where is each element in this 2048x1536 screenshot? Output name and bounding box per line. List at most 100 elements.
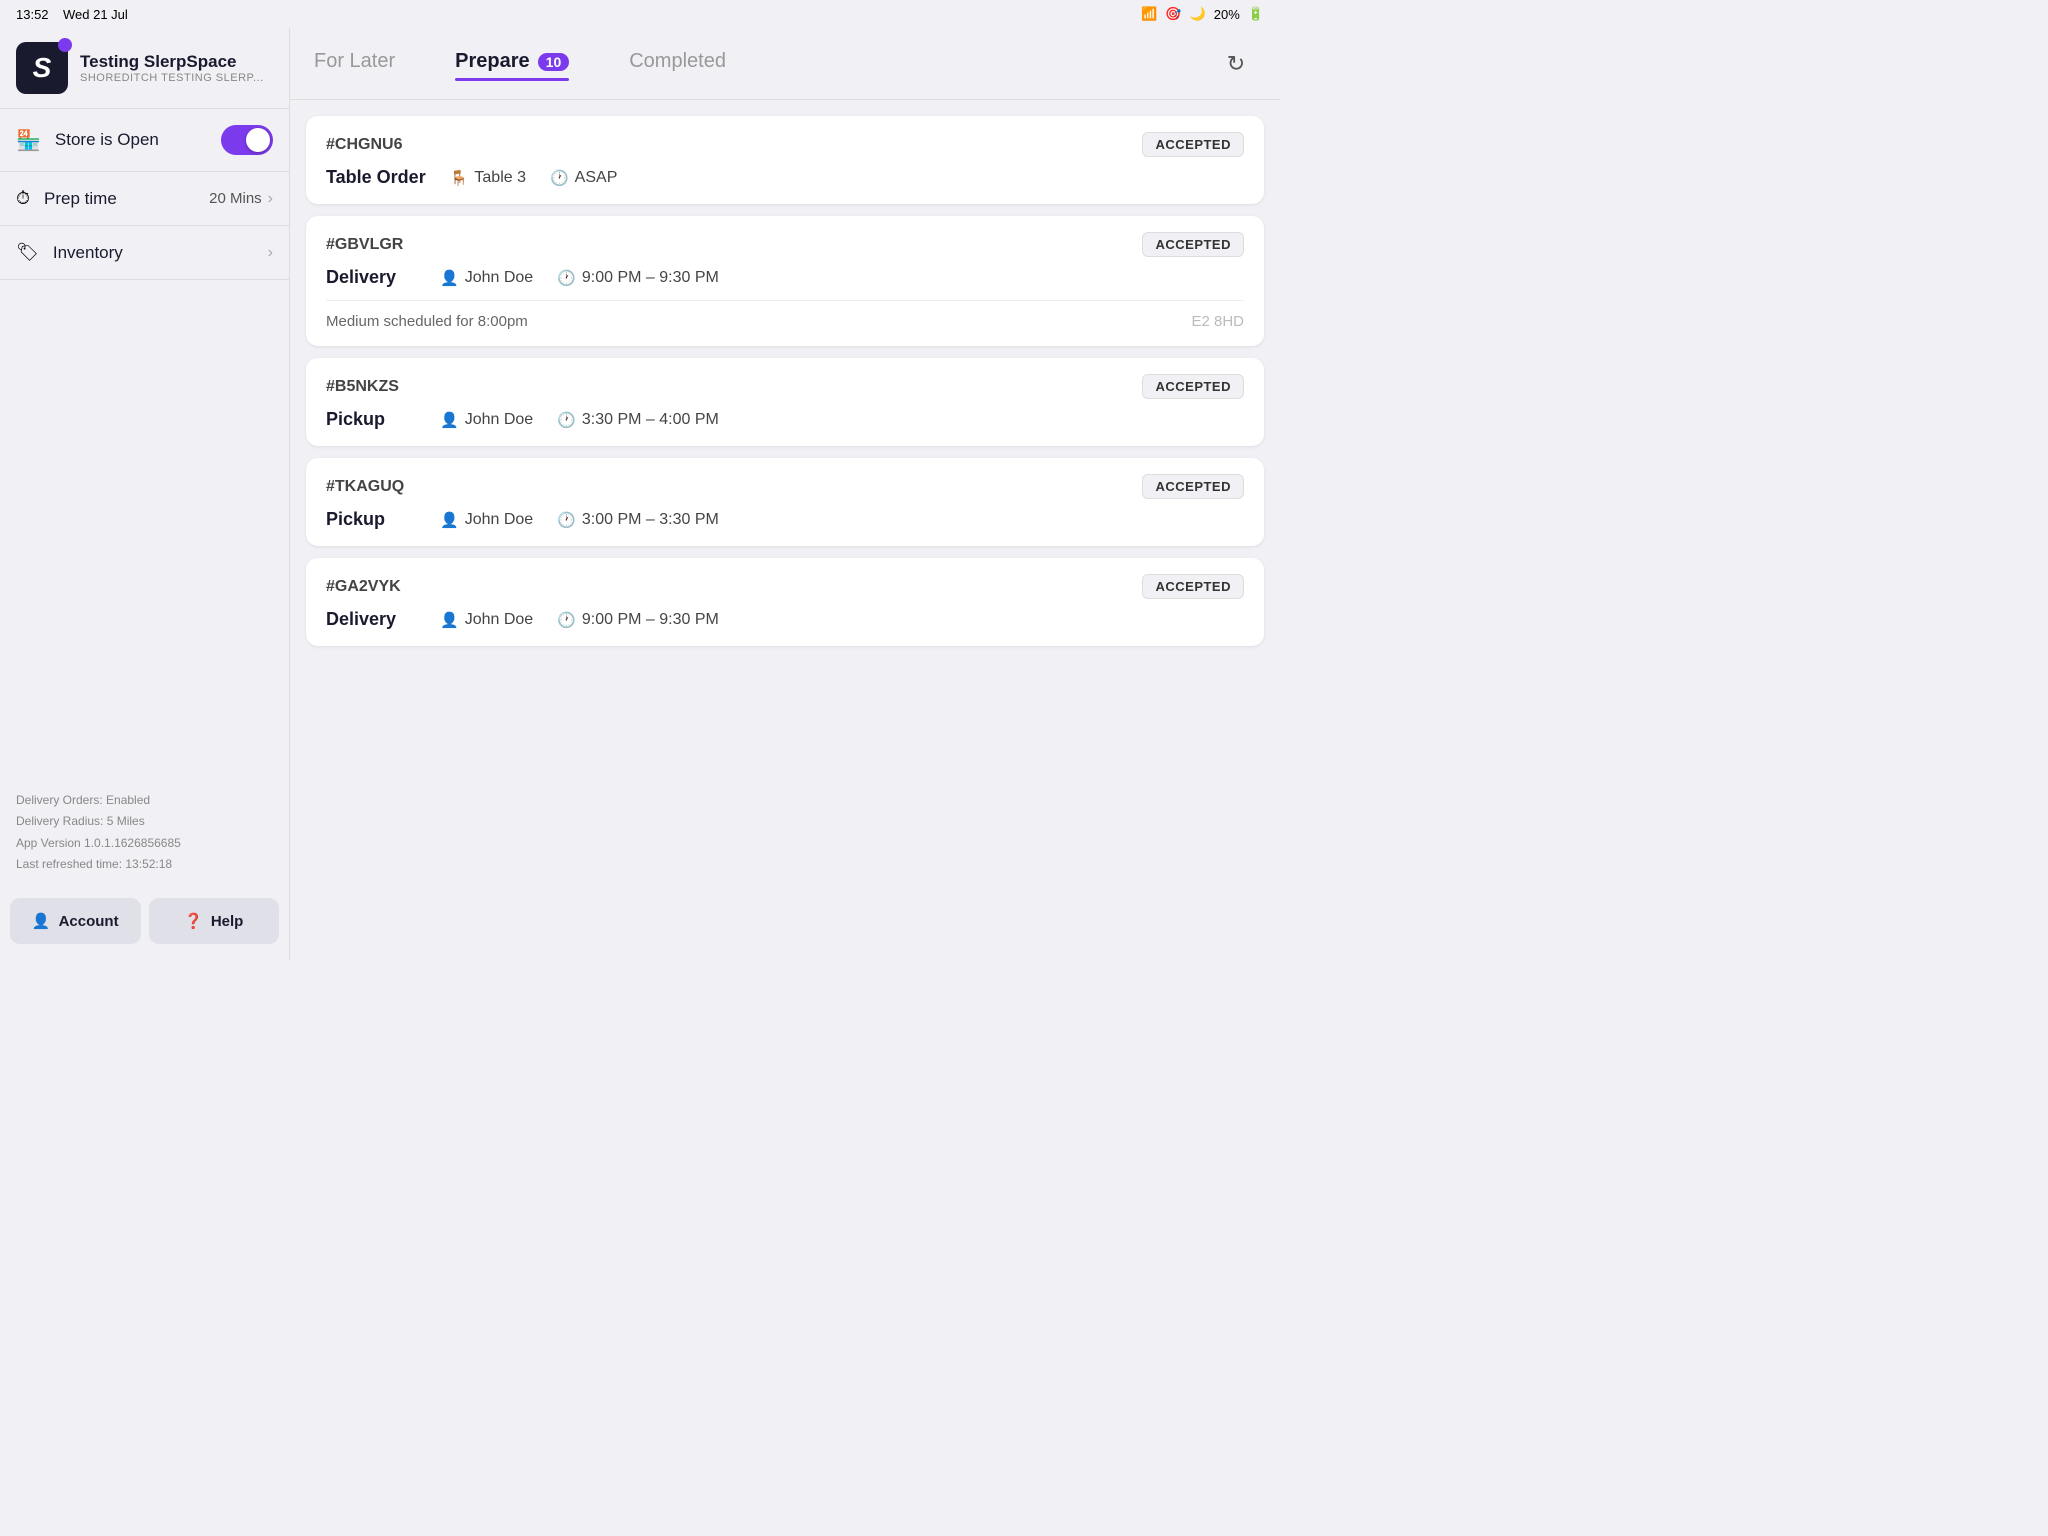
clock-icon: 🕐 [557,611,576,629]
order-detail: 👤 John Doe [440,411,533,429]
order-detail-text: John Doe [465,611,534,629]
tab-for-later-label: For Later [314,50,395,73]
refresh-button[interactable]: ↻ [1216,44,1256,84]
table-icon: 🪑 [450,169,469,187]
prep-time-item[interactable]: ⏱ Prep time 20 Mins › [0,172,289,225]
logo-dot [58,38,72,52]
date-display: Wed 21 Jul [63,7,128,22]
delivery-radius: Delivery Radius: 5 Miles [16,811,273,833]
order-detail: 👤 John Doe [440,269,533,287]
toggle-knob [246,128,270,152]
order-detail-text: Table 3 [474,169,526,187]
main-layout: S Testing SlerpSpace SHOREDITCH TESTING … [0,28,1280,960]
order-card[interactable]: #B5NKZS ACCEPTED Pickup 👤 John Doe 🕐 3:3… [306,358,1264,446]
app-version: App Version 1.0.1.1626856685 [16,833,273,855]
order-divider [326,300,1244,301]
accepted-badge: ACCEPTED [1142,574,1244,599]
order-card-body: Pickup 👤 John Doe 🕐 3:30 PM – 4:00 PM [326,409,1244,430]
order-detail-text: ASAP [575,169,618,187]
order-detail: 🕐 3:00 PM – 3:30 PM [557,511,719,529]
tab-for-later[interactable]: For Later [314,50,395,77]
order-detail: 🪑 Table 3 [450,169,526,187]
main-content: For Later Prepare 10 Completed ↻ #CHGNU6… [290,28,1280,960]
account-icon: 👤 [32,912,51,930]
inventory-chevron-icon: › [268,244,273,262]
accepted-badge: ACCEPTED [1142,232,1244,257]
order-detail-text: 3:00 PM – 3:30 PM [582,511,719,529]
order-card[interactable]: #GBVLGR ACCEPTED Delivery 👤 John Doe 🕐 9… [306,216,1264,346]
clock-icon: 🕐 [557,269,576,287]
wifi-icon: 📶 [1141,6,1157,22]
order-detail-text: 9:00 PM – 9:30 PM [582,611,719,629]
clock-icon: 🕐 [557,511,576,529]
order-id: #CHGNU6 [326,136,402,154]
store-icon: 🏪 [16,128,41,153]
order-detail-text: John Doe [465,411,534,429]
store-label: Store is Open [55,130,159,150]
order-detail: 👤 John Doe [440,611,533,629]
timer-icon: ⏱ [16,188,30,209]
order-detail: 🕐 3:30 PM – 4:00 PM [557,411,719,429]
account-label: Account [59,913,119,930]
order-type: Table Order [326,167,426,188]
order-card-body: Table Order 🪑 Table 3 🕐 ASAP [326,167,1244,188]
clock-icon: 🕐 [550,169,569,187]
tab-prepare[interactable]: Prepare 10 [455,50,569,77]
inventory-item[interactable]: 🏷 Inventory › [0,226,289,279]
orders-list[interactable]: #CHGNU6 ACCEPTED Table Order 🪑 Table 3 🕐… [290,100,1280,960]
order-detail-text: John Doe [465,269,534,287]
prep-time-label: Prep time [44,189,117,209]
tab-completed-label: Completed [629,50,726,73]
status-indicators: 📶 🎯 🌙 20% 🔋 [1141,6,1264,22]
order-type: Delivery [326,267,416,288]
sidebar-footer: Delivery Orders: Enabled Delivery Radius… [0,778,289,888]
order-id: #TKAGUQ [326,478,404,496]
order-postcode: E2 8HD [1191,313,1244,330]
status-bar: 13:52 Wed 21 Jul 📶 🎯 🌙 20% 🔋 [0,0,1280,28]
last-refreshed: Last refreshed time: 13:52:18 [16,854,273,876]
battery-icon: 🔋 [1248,6,1264,22]
moon-icon: 🌙 [1190,6,1206,22]
tab-prepare-label: Prepare [455,50,530,73]
person-icon: 👤 [440,511,459,529]
logo-container: S [16,42,68,94]
clock-icon: 🕐 [557,411,576,429]
order-type: Delivery [326,609,416,630]
order-card-header: #CHGNU6 ACCEPTED [326,132,1244,157]
help-button[interactable]: ❓ Help [149,898,280,944]
sidebar: S Testing SlerpSpace SHOREDITCH TESTING … [0,28,290,960]
order-card-header: #GBVLGR ACCEPTED [326,232,1244,257]
sidebar-header: S Testing SlerpSpace SHOREDITCH TESTING … [0,28,289,108]
prep-time-left: ⏱ Prep time [16,188,117,209]
help-icon: ❓ [184,912,203,930]
accepted-badge: ACCEPTED [1142,132,1244,157]
brand-info: Testing SlerpSpace SHOREDITCH TESTING SL… [80,52,264,84]
delivery-orders-status: Delivery Orders: Enabled [16,790,273,812]
prep-time-right: 20 Mins › [209,190,273,208]
brand-name: Testing SlerpSpace [80,52,264,72]
order-footer: Medium scheduled for 8:00pm E2 8HD [326,313,1244,330]
order-card[interactable]: #CHGNU6 ACCEPTED Table Order 🪑 Table 3 🕐… [306,116,1264,204]
order-card[interactable]: #GA2VYK ACCEPTED Delivery 👤 John Doe 🕐 9… [306,558,1264,646]
accepted-badge: ACCEPTED [1142,374,1244,399]
account-button[interactable]: 👤 Account [10,898,141,944]
order-card-body: Delivery 👤 John Doe 🕐 9:00 PM – 9:30 PM [326,267,1244,288]
order-card-header: #B5NKZS ACCEPTED [326,374,1244,399]
order-detail: 🕐 9:00 PM – 9:30 PM [557,269,719,287]
order-detail: 🕐 ASAP [550,169,617,187]
order-detail: 🕐 9:00 PM – 9:30 PM [557,611,719,629]
store-toggle-item[interactable]: 🏪 Store is Open [0,109,289,171]
order-detail-text: 3:30 PM – 4:00 PM [582,411,719,429]
tab-prepare-badge: 10 [538,53,570,71]
order-card[interactable]: #TKAGUQ ACCEPTED Pickup 👤 John Doe 🕐 3:0… [306,458,1264,546]
order-type: Pickup [326,509,416,530]
person-icon: 👤 [440,269,459,287]
store-toggle[interactable] [221,125,273,155]
order-card-body: Pickup 👤 John Doe 🕐 3:00 PM – 3:30 PM [326,509,1244,530]
tab-completed[interactable]: Completed [629,50,726,77]
prep-time-value: 20 Mins [209,190,262,207]
order-id: #B5NKZS [326,378,399,396]
inventory-left: 🏷 Inventory [16,242,123,263]
order-detail: 👤 John Doe [440,511,533,529]
order-card-header: #TKAGUQ ACCEPTED [326,474,1244,499]
